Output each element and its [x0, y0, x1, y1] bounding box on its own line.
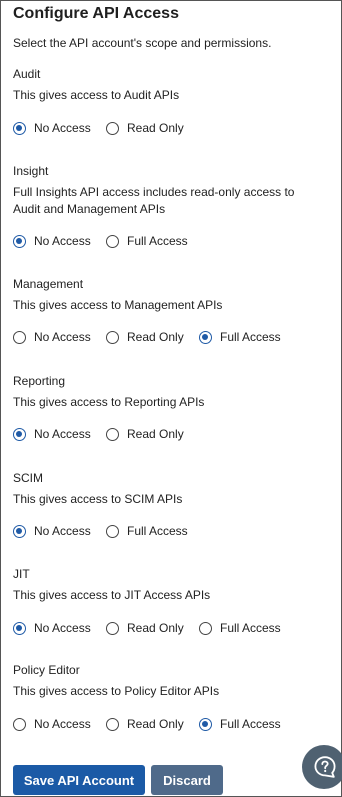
- option-label: Read Only: [127, 717, 184, 731]
- jit-no-access-option[interactable]: No Access: [13, 621, 91, 635]
- radio-button-selected[interactable]: [13, 234, 26, 248]
- option-label: No Access: [34, 524, 91, 538]
- configure-api-access-panel: Configure API Access Select the API acco…: [0, 0, 342, 797]
- section-scim: SCIM This gives access to SCIM APIs No A…: [13, 471, 331, 551]
- option-label: Read Only: [127, 330, 184, 344]
- option-label: Read Only: [127, 121, 184, 135]
- section-description: This gives access to JIT Access APIs: [13, 588, 211, 602]
- policy-editor-full-access-option[interactable]: Full Access: [199, 717, 281, 731]
- option-label: No Access: [34, 621, 91, 635]
- scim-full-access-option[interactable]: Full Access: [106, 524, 188, 538]
- section-description: Full Insights API access includes read-o…: [13, 185, 295, 216]
- option-label: No Access: [34, 234, 91, 248]
- audit-no-access-option[interactable]: No Access: [13, 121, 91, 135]
- option-label: Full Access: [220, 621, 281, 635]
- radio-button[interactable]: [106, 427, 119, 441]
- section-title: SCIM: [13, 471, 43, 485]
- page-title: Configure API Access: [13, 5, 179, 22]
- jit-full-access-option[interactable]: Full Access: [199, 621, 281, 635]
- section-title: Insight: [13, 164, 49, 178]
- section-audit: Audit This gives access to Audit APIs No…: [13, 67, 331, 147]
- management-read-only-option[interactable]: Read Only: [106, 330, 184, 344]
- radio-button[interactable]: [106, 717, 119, 731]
- radio-button[interactable]: [199, 621, 212, 635]
- audit-read-only-option[interactable]: Read Only: [106, 121, 184, 135]
- radio-button-selected[interactable]: [13, 427, 26, 441]
- radio-button-selected[interactable]: [199, 330, 212, 344]
- radio-button[interactable]: [106, 621, 119, 635]
- management-full-access-option[interactable]: Full Access: [199, 330, 281, 344]
- option-label: No Access: [34, 717, 91, 731]
- help-button[interactable]: [302, 745, 342, 789]
- section-insight: Insight Full Insights API access include…: [13, 164, 331, 254]
- section-description: This gives access to Reporting APIs: [13, 395, 205, 409]
- reporting-read-only-option[interactable]: Read Only: [106, 427, 184, 441]
- radio-button-selected[interactable]: [13, 524, 26, 538]
- section-reporting: Reporting This gives access to Reporting…: [13, 374, 331, 454]
- radio-button[interactable]: [13, 330, 26, 344]
- option-label: Full Access: [220, 330, 281, 344]
- radio-button[interactable]: [106, 524, 119, 538]
- option-label: Full Access: [127, 234, 188, 248]
- option-label: Full Access: [127, 524, 188, 538]
- page-subtitle: Select the API account's scope and permi…: [13, 36, 272, 50]
- insight-full-access-option[interactable]: Full Access: [106, 234, 188, 248]
- section-description: This gives access to SCIM APIs: [13, 492, 183, 506]
- section-description: This gives access to Management APIs: [13, 298, 223, 312]
- radio-button-selected[interactable]: [13, 621, 26, 635]
- save-api-account-button[interactable]: Save API Account: [13, 765, 145, 795]
- discard-button[interactable]: Discard: [151, 765, 223, 795]
- reporting-no-access-option[interactable]: No Access: [13, 427, 91, 441]
- option-label: Read Only: [127, 427, 184, 441]
- radio-button-selected[interactable]: [13, 121, 26, 135]
- scim-no-access-option[interactable]: No Access: [13, 524, 91, 538]
- insight-no-access-option[interactable]: No Access: [13, 234, 91, 248]
- radio-button[interactable]: [106, 121, 119, 135]
- section-title: Reporting: [13, 374, 66, 388]
- help-chat-icon: [314, 756, 336, 778]
- section-management: Management This gives access to Manageme…: [13, 277, 331, 357]
- option-label: No Access: [34, 330, 91, 344]
- section-description: This gives access to Audit APIs: [13, 88, 180, 102]
- section-title: Policy Editor: [13, 663, 80, 677]
- section-title: Audit: [13, 67, 41, 81]
- policy-editor-read-only-option[interactable]: Read Only: [106, 717, 184, 731]
- section-policy-editor: Policy Editor This gives access to Polic…: [13, 663, 331, 743]
- jit-read-only-option[interactable]: Read Only: [106, 621, 184, 635]
- option-label: No Access: [34, 121, 91, 135]
- option-label: Read Only: [127, 621, 184, 635]
- radio-button-selected[interactable]: [199, 717, 212, 731]
- section-jit: JIT This gives access to JIT Access APIs…: [13, 567, 331, 647]
- option-label: No Access: [34, 427, 91, 441]
- option-label: Full Access: [220, 717, 281, 731]
- radio-button[interactable]: [106, 330, 119, 344]
- radio-button[interactable]: [13, 717, 26, 731]
- management-no-access-option[interactable]: No Access: [13, 330, 91, 344]
- section-description: This gives access to Policy Editor APIs: [13, 684, 220, 698]
- section-title: JIT: [13, 567, 30, 581]
- radio-button[interactable]: [106, 234, 119, 248]
- section-title: Management: [13, 277, 84, 291]
- policy-editor-no-access-option[interactable]: No Access: [13, 717, 91, 731]
